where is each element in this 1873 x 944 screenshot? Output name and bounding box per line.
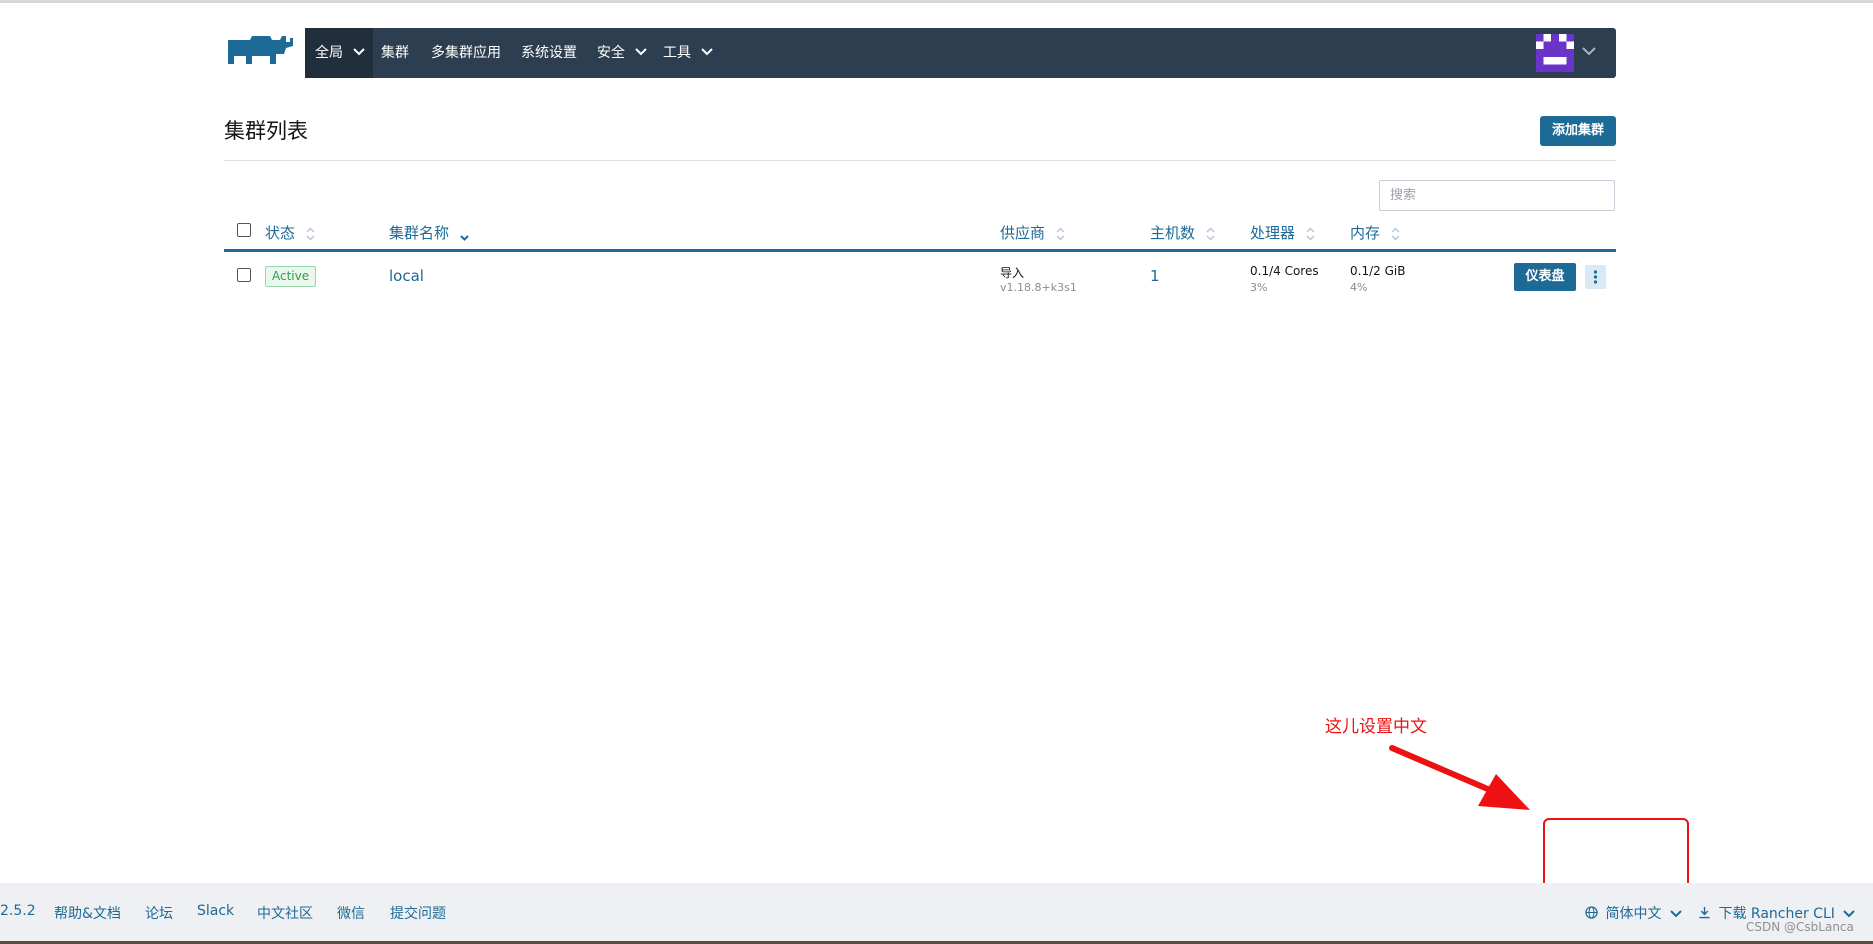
add-cluster-button[interactable]: 添加集群	[1540, 116, 1616, 146]
select-all-checkbox[interactable]	[237, 223, 251, 237]
language-selector[interactable]: 简体中文	[1585, 903, 1682, 923]
cluster-name-link[interactable]: local	[389, 267, 424, 285]
chevron-down-icon	[1670, 910, 1682, 918]
top-border	[0, 0, 1873, 3]
sort-icon	[1206, 226, 1215, 241]
download-icon	[1699, 906, 1710, 919]
column-header-state[interactable]: 状态	[265, 222, 315, 243]
provider-value: 导入	[1000, 266, 1025, 280]
user-avatar-icon	[1536, 34, 1574, 72]
footer-link-forum[interactable]: 论坛	[145, 903, 173, 923]
dashboard-button[interactable]: 仪表盘	[1514, 263, 1576, 291]
annotation-arrow-icon	[1389, 745, 1530, 810]
nav-multi-cluster-apps[interactable]: 多集群应用	[431, 28, 501, 78]
user-menu[interactable]	[1536, 34, 1606, 72]
column-header-state-label: 状态	[265, 224, 296, 242]
footer: 2.5.2 帮助&文档 论坛 Slack 中文社区 微信 提交问题 简体中文 下…	[0, 883, 1873, 941]
sort-icon	[1391, 226, 1400, 241]
column-header-cpu-label: 处理器	[1250, 224, 1296, 242]
chevron-down-icon	[353, 47, 366, 55]
chevron-down-icon	[1843, 910, 1856, 918]
column-header-provider-label: 供应商	[1000, 224, 1046, 242]
column-header-memory-label: 内存	[1350, 224, 1381, 242]
nav-global-label: 全局	[315, 45, 343, 61]
column-header-memory[interactable]: 内存	[1350, 222, 1400, 243]
nav-clusters[interactable]: 集群	[381, 28, 409, 78]
cpu-percent: 3%	[1250, 281, 1268, 294]
annotation-text: 这儿设置中文	[1325, 717, 1427, 737]
memory-value: 0.1/2 GiB	[1350, 264, 1406, 278]
column-header-hosts[interactable]: 主机数	[1150, 222, 1215, 243]
column-header-cluster-name[interactable]: 集群名称	[389, 222, 469, 243]
footer-link-file-issue[interactable]: 提交问题	[390, 903, 446, 923]
memory-percent: 4%	[1350, 281, 1368, 294]
nav-tools-label: 工具	[663, 45, 691, 61]
sort-icon	[1306, 226, 1315, 241]
nav-system-settings-label: 系统设置	[521, 45, 577, 61]
column-header-cluster-name-label: 集群名称	[389, 224, 450, 242]
column-header-cpu[interactable]: 处理器	[1250, 222, 1315, 243]
search-input[interactable]	[1379, 180, 1615, 211]
nav-system-settings[interactable]: 系统设置	[521, 28, 577, 78]
row-checkbox[interactable]	[237, 268, 251, 282]
footer-link-slack[interactable]: Slack	[197, 903, 234, 919]
kebab-menu-icon	[1593, 270, 1598, 284]
chevron-down-icon	[701, 47, 714, 55]
footer-link-chinese-community[interactable]: 中文社区	[257, 903, 313, 923]
host-count-link[interactable]: 1	[1150, 267, 1160, 285]
rancher-logo-icon[interactable]	[224, 32, 294, 72]
nav-global[interactable]: 全局	[305, 28, 373, 78]
column-header-hosts-label: 主机数	[1150, 224, 1196, 242]
globe-icon	[1585, 906, 1598, 919]
page-title: 集群列表	[224, 119, 308, 143]
sort-icon	[1056, 226, 1065, 241]
watermark: CSDN @CsbLanca	[1746, 920, 1854, 934]
footer-link-help-docs[interactable]: 帮助&文档	[54, 903, 121, 923]
header-divider	[224, 160, 1616, 161]
sort-descending-icon	[460, 234, 469, 241]
provider-version: v1.18.8+k3s1	[1000, 281, 1077, 294]
sort-icon	[306, 226, 315, 241]
language-label: 简体中文	[1605, 906, 1662, 922]
version-label: 2.5.2	[0, 903, 36, 919]
cpu-value: 0.1/4 Cores	[1250, 264, 1319, 278]
chevron-down-icon	[1582, 47, 1596, 56]
footer-link-wechat[interactable]: 微信	[337, 903, 365, 923]
nav-tools[interactable]: 工具	[663, 28, 714, 78]
top-nav: 全局 集群 多集群应用 系统设置 安全 工具	[305, 28, 1616, 78]
column-header-provider[interactable]: 供应商	[1000, 222, 1065, 243]
table-header-rule	[224, 249, 1616, 252]
nav-clusters-label: 集群	[381, 45, 409, 61]
nav-security[interactable]: 安全	[597, 28, 648, 78]
chevron-down-icon	[635, 47, 648, 55]
status-badge: Active	[265, 266, 317, 287]
nav-multi-cluster-apps-label: 多集群应用	[431, 45, 501, 61]
row-actions-button[interactable]	[1585, 265, 1606, 289]
nav-security-label: 安全	[597, 45, 625, 61]
